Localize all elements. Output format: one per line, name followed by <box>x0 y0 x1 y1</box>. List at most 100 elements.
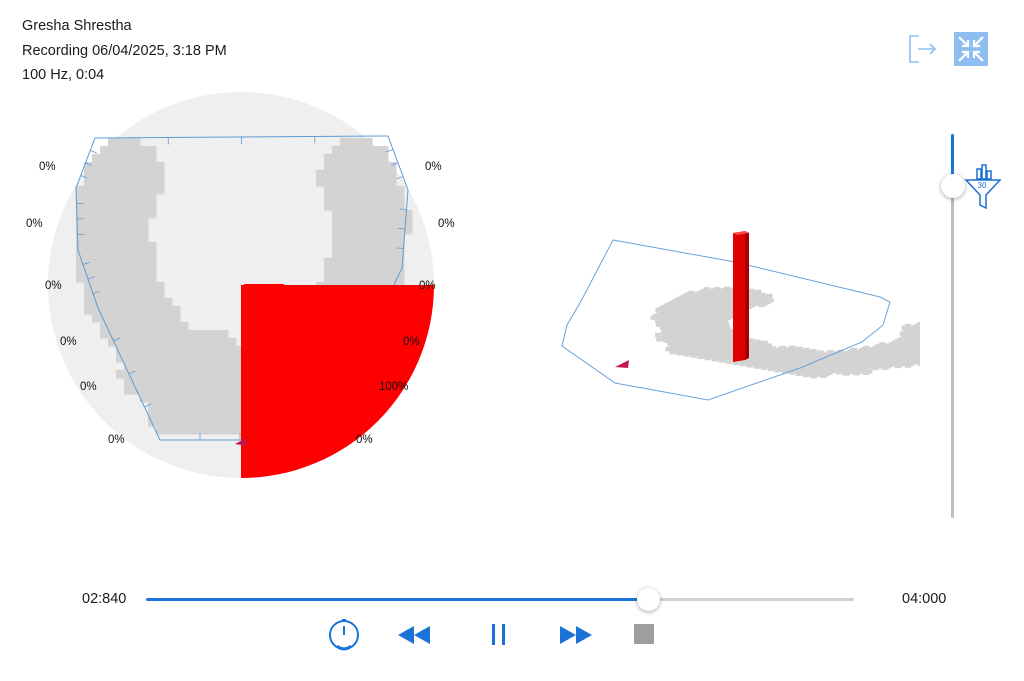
sensor-cell <box>124 138 133 147</box>
sensor-cell <box>332 234 341 243</box>
sensor-cell <box>180 410 189 419</box>
sensor-cell <box>140 242 149 251</box>
sensor-cell <box>228 386 237 395</box>
sensor-cell <box>356 210 365 219</box>
sensor-cell <box>92 282 101 291</box>
zone-label: 0% <box>425 161 442 173</box>
sensor-cell <box>116 162 125 171</box>
sensor-cell <box>124 234 133 243</box>
sensor-cell <box>164 362 173 371</box>
sensor-cell-3d <box>669 349 677 355</box>
sensor-cell <box>348 162 357 171</box>
sensor-cell-3d <box>842 371 850 376</box>
sensor-cell <box>132 218 141 227</box>
sensor-cell <box>108 258 117 267</box>
sensor-cell <box>356 266 365 275</box>
sensor-cell <box>132 146 141 155</box>
sensor-cell <box>148 354 157 363</box>
sensor-cell <box>124 386 133 395</box>
collapse-button[interactable] <box>954 32 988 66</box>
sensor-cell <box>388 234 397 243</box>
sensor-cell <box>124 194 133 203</box>
fast-forward-button[interactable] <box>558 616 594 652</box>
sensor-cell <box>164 418 173 427</box>
sensor-cell <box>116 138 125 147</box>
sensor-cell <box>92 226 101 235</box>
sensor-cell <box>380 218 389 227</box>
sensor-cell <box>356 138 365 147</box>
sensor-cell <box>180 378 189 387</box>
sensor-cell <box>148 314 157 323</box>
sensor-cell <box>380 178 389 187</box>
sensor-cell <box>332 274 341 283</box>
sensor-cell <box>372 258 381 267</box>
sensor-cell <box>76 274 85 283</box>
sensor-cell <box>348 210 357 219</box>
sensor-cell <box>132 370 141 379</box>
sensor-cell <box>140 282 149 291</box>
sensor-cell <box>204 330 213 339</box>
sensor-cell <box>172 418 181 427</box>
sensor-cell <box>212 354 221 363</box>
sensor-cell <box>116 314 125 323</box>
timer-button[interactable] <box>326 616 362 652</box>
exit-button[interactable] <box>906 32 940 66</box>
sensor-cell <box>348 234 357 243</box>
sensor-cell <box>228 362 237 371</box>
sensor-cell <box>372 226 381 235</box>
sensor-cell <box>84 178 93 187</box>
sensor-cell <box>116 370 125 379</box>
sensor-cell <box>188 394 197 403</box>
sensor-cell <box>140 194 149 203</box>
sensor-cell <box>180 394 189 403</box>
sensor-cell-3d <box>725 359 733 364</box>
stop-button[interactable] <box>626 616 662 652</box>
sensor-cell <box>100 266 109 275</box>
sensor-cell <box>116 306 125 315</box>
sensor-cell <box>156 162 165 171</box>
playback-progress[interactable] <box>146 588 854 611</box>
sensor-cell <box>140 362 149 371</box>
sensor-cell <box>380 170 389 179</box>
zoom-slider-thumb[interactable] <box>941 173 965 198</box>
sensor-cell <box>372 242 381 251</box>
sensor-cell <box>164 314 173 323</box>
sensor-cell <box>164 370 173 379</box>
sensor-cell <box>348 170 357 179</box>
sensor-cell <box>100 178 109 187</box>
sensor-cell <box>140 218 149 227</box>
sensor-cell <box>332 162 341 171</box>
sensor-cell <box>164 426 173 435</box>
sensor-cell <box>196 418 205 427</box>
current-time: 02:840 <box>82 591 127 607</box>
progress-thumb[interactable] <box>636 588 660 611</box>
rewind-button[interactable] <box>396 616 432 652</box>
sensor-cell <box>228 378 237 387</box>
sensor-cell <box>324 178 333 187</box>
sensor-cell <box>132 346 141 355</box>
sensor-cell <box>92 274 101 283</box>
sensor-cell <box>108 162 117 171</box>
sensor-cell <box>324 170 333 179</box>
sensor-cell <box>140 386 149 395</box>
sensor-cell <box>180 362 189 371</box>
sensor-cell <box>180 322 189 331</box>
sensor-cell <box>140 346 149 355</box>
sensor-cell <box>164 410 173 419</box>
sensor-cell <box>108 210 117 219</box>
sensor-cell <box>364 210 373 219</box>
sensor-cell <box>348 178 357 187</box>
sensor-cell <box>84 186 93 195</box>
sensor-cell <box>116 234 125 243</box>
sensor-cell <box>380 234 389 243</box>
sensor-cell-3d <box>697 354 705 359</box>
sensor-cell <box>388 162 397 171</box>
sensor-cell <box>108 170 117 179</box>
sensor-cell <box>148 282 157 291</box>
sensor-cell-3d <box>802 372 810 378</box>
pause-button[interactable] <box>482 616 518 652</box>
sensor-cell <box>188 346 197 355</box>
sensor-cell <box>220 402 229 411</box>
sensor-cell <box>332 218 341 227</box>
sensor-cell <box>108 266 117 275</box>
